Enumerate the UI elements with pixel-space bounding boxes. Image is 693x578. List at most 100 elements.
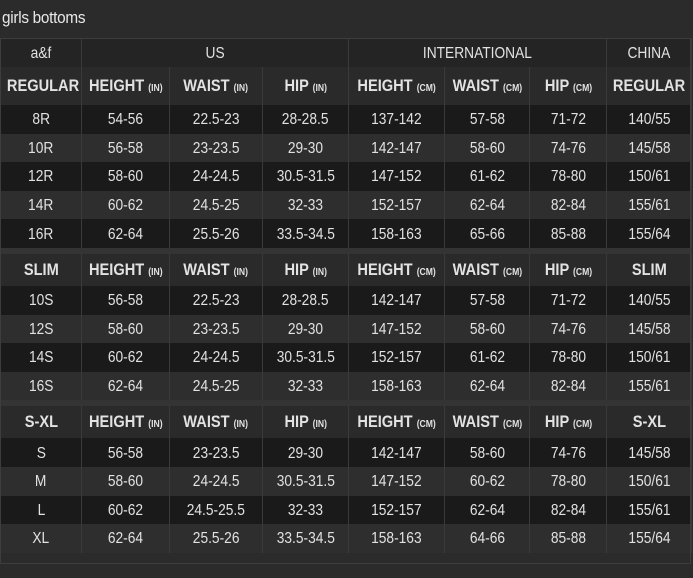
waist-cm-cell: 62-64 — [444, 495, 531, 525]
height-cm-cell: 152-157 — [348, 190, 446, 220]
unit-label: (IN) — [312, 83, 327, 94]
size-cell: 16S — [0, 371, 82, 404]
hip-cm-cell: 71-72 — [529, 105, 608, 134]
hip-in-cell: 28-28.5 — [262, 105, 350, 134]
hip-in-cell: 33.5-34.5 — [262, 524, 350, 553]
hip-in-cell: 32-33 — [262, 190, 350, 220]
unit-label: (CM) — [572, 419, 592, 431]
unit-label: (IN) — [234, 419, 249, 431]
height-cm-cell: 137-142 — [348, 105, 446, 134]
unit-label: (CM) — [502, 83, 522, 94]
hip-cm-cell: 78-80 — [529, 162, 608, 191]
china-size-cell: 150/61 — [606, 162, 693, 191]
height-in-cell: 60-62 — [81, 495, 170, 525]
hip-cm-header: HIP (CM) — [529, 247, 608, 286]
size-chart-body: a&f US INTERNATIONAL CHINA REGULAR HEIGHT… — [0, 38, 693, 553]
hip-in-cell: 29-30 — [262, 438, 350, 467]
height-in-cell: 60-62 — [81, 190, 170, 220]
height-in-cell: 58-60 — [81, 314, 170, 344]
hip-cm-cell: 85-88 — [529, 219, 608, 251]
table-row: M 58-60 24-24.5 30.5-31.5 147-152 60-62 78-80 1… — [0, 466, 693, 496]
hip-cm-cell: 74-76 — [529, 314, 608, 344]
china-label-header: REGULAR — [606, 67, 693, 105]
waist-in-cell: 22.5-23 — [169, 105, 263, 134]
height-in-cell: 56-58 — [81, 133, 170, 163]
waist-in-cell: 23-23.5 — [169, 133, 263, 163]
brand-header: a&f — [0, 38, 82, 67]
waist-in-cell: 22.5-23 — [169, 285, 263, 315]
unit-label: (CM) — [572, 266, 592, 278]
height-cm-cell: 142-147 — [348, 438, 446, 467]
china-size-cell: 150/61 — [606, 466, 693, 496]
unit-label: (CM) — [416, 419, 436, 431]
unit-label: (CM) — [416, 266, 436, 278]
height-in-cell: 58-60 — [81, 466, 170, 496]
height-in-header: HEIGHT (IN) — [81, 67, 170, 105]
waist-cm-cell: 57-58 — [444, 105, 531, 134]
height-in-cell: 56-58 — [81, 285, 170, 315]
waist-in-cell: 24-24.5 — [169, 466, 263, 496]
size-cell: XL — [0, 524, 82, 553]
china-size-cell: 150/61 — [606, 343, 693, 372]
height-cm-header: HEIGHT (CM) — [348, 247, 446, 286]
china-size-cell: 140/55 — [606, 285, 693, 315]
table-row: 14R 60-62 24.5-25 32-33 152-157 62-64 82-84 155… — [0, 190, 693, 220]
size-cell: S — [0, 438, 82, 467]
height-cm-cell: 152-157 — [348, 343, 446, 372]
unit-label: (IN) — [234, 83, 249, 94]
unit-label: (IN) — [312, 419, 327, 431]
waist-cm-cell: 58-60 — [444, 133, 531, 163]
height-cm-cell: 158-163 — [348, 524, 446, 553]
table-row: 14S 60-62 24-24.5 30.5-31.5 152-157 61-62 78-8… — [0, 343, 693, 372]
height-in-cell: 58-60 — [81, 162, 170, 191]
waist-in-header: WAIST (IN) — [169, 247, 263, 286]
unit-label: (IN) — [147, 266, 163, 278]
size-cell: 10R — [0, 133, 82, 163]
hip-cm-cell: 82-84 — [529, 190, 608, 220]
size-chart-table: a&f US INTERNATIONAL CHINA REGULAR HEIGHT… — [0, 38, 693, 553]
waist-in-cell: 24.5-25 — [169, 371, 263, 404]
hip-in-cell: 30.5-31.5 — [262, 162, 350, 191]
hip-in-cell: 28-28.5 — [262, 285, 350, 315]
hip-in-cell: 32-33 — [262, 371, 350, 404]
table-row: XL 62-64 25.5-26 33.5-34.5 158-163 64-66 85-88… — [0, 524, 693, 553]
group-header-row: a&f US INTERNATIONAL CHINA — [0, 38, 693, 67]
waist-in-cell: 23-23.5 — [169, 438, 263, 467]
china-size-cell: 140/55 — [606, 105, 693, 134]
hip-in-header: HIP (IN) — [262, 400, 350, 439]
china-group-header: CHINA — [606, 38, 693, 67]
section-header-row: SLIM HEIGHT (IN) WAIST (IN) HIP (IN) HEIGHT … — [0, 247, 693, 286]
waist-cm-header: WAIST (CM) — [444, 67, 531, 105]
height-cm-cell: 142-147 — [348, 133, 446, 163]
hip-cm-cell: 78-80 — [529, 343, 608, 372]
china-size-cell: 155/64 — [606, 219, 693, 251]
height-cm-cell: 147-152 — [348, 314, 446, 344]
waist-cm-cell: 62-64 — [444, 371, 531, 404]
hip-cm-cell: 82-84 — [529, 495, 608, 525]
hip-cm-cell: 85-88 — [529, 524, 608, 553]
section-label: S-XL — [0, 400, 82, 439]
height-cm-cell: 158-163 — [348, 371, 446, 404]
unit-label: (IN) — [312, 266, 327, 278]
table-row: 12R 58-60 24-24.5 30.5-31.5 147-152 61-62 78-8… — [0, 162, 693, 191]
table-row: 12S 58-60 23-23.5 29-30 147-152 58-60 74-76 145… — [0, 314, 693, 344]
waist-in-cell: 24.5-25.5 — [169, 495, 263, 525]
section-label: SLIM — [0, 247, 82, 286]
unit-label: (IN) — [147, 83, 163, 94]
size-cell: 16R — [0, 219, 82, 251]
hip-in-header: HIP (IN) — [262, 67, 350, 105]
height-in-cell: 62-64 — [81, 219, 170, 251]
waist-in-cell: 25.5-26 — [169, 219, 263, 251]
china-size-cell: 145/58 — [606, 314, 693, 344]
waist-in-cell: 24-24.5 — [169, 162, 263, 191]
section-label: REGULAR — [0, 67, 82, 105]
waist-in-cell: 24.5-25 — [169, 190, 263, 220]
height-cm-cell: 158-163 — [348, 219, 446, 251]
hip-cm-cell: 74-76 — [529, 133, 608, 163]
size-cell: 8R — [0, 105, 82, 134]
height-cm-cell: 147-152 — [348, 162, 446, 191]
waist-cm-cell: 57-58 — [444, 285, 531, 315]
unit-label: (IN) — [147, 419, 163, 431]
unit-label: (IN) — [234, 266, 249, 278]
waist-cm-cell: 61-62 — [444, 162, 531, 191]
